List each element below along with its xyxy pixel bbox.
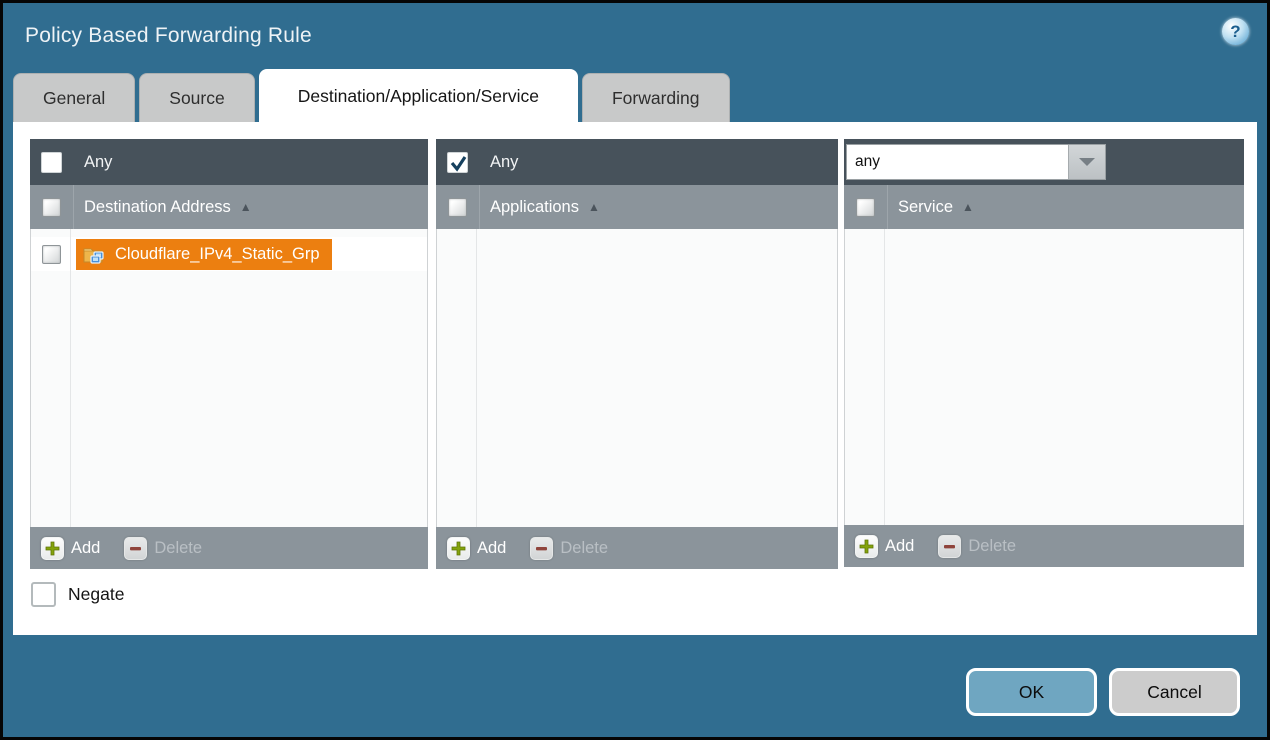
ok-button[interactable]: OK <box>966 668 1097 716</box>
destination-address-item-label: Cloudflare_IPv4_Static_Grp <box>115 245 320 264</box>
tab-destination-application-service[interactable]: Destination/Application/Service <box>259 69 578 122</box>
destination-list: Cloudflare_IPv4_Static_Grp <box>30 229 428 527</box>
tab-source[interactable]: Source <box>139 73 254 122</box>
service-select-all-checkbox[interactable] <box>856 198 875 217</box>
destination-any-label: Any <box>84 153 112 172</box>
cancel-button[interactable]: Cancel <box>1109 668 1240 716</box>
add-icon[interactable] <box>855 535 878 558</box>
add-icon[interactable] <box>41 537 64 560</box>
destination-header-row: Destination Address ▲ <box>30 185 428 229</box>
tab-content: Any Destination Address ▲ <box>13 122 1257 635</box>
sort-ascending-icon[interactable]: ▲ <box>588 200 600 214</box>
help-icon[interactable]: ? <box>1222 18 1249 45</box>
service-column-header[interactable]: Service <box>898 198 953 217</box>
delete-icon[interactable] <box>124 537 147 560</box>
applications-panel: Any Applications ▲ Add Delete <box>436 139 838 569</box>
sort-ascending-icon[interactable]: ▲ <box>962 200 974 214</box>
negate-label: Negate <box>68 584 124 605</box>
service-dropdown-bar: any <box>844 139 1244 185</box>
service-mode-dropdown[interactable]: any <box>846 144 1106 180</box>
dialog-title: Policy Based Forwarding Rule <box>25 24 312 48</box>
service-panel: any Service ▲ Add <box>844 139 1244 567</box>
service-header-row: Service ▲ <box>844 185 1244 229</box>
destination-any-checkbox[interactable] <box>41 152 62 173</box>
header-separator <box>479 185 480 229</box>
add-button[interactable]: Add <box>477 539 506 558</box>
destination-address-item-selected[interactable]: Cloudflare_IPv4_Static_Grp <box>76 239 332 270</box>
tab-general[interactable]: General <box>13 73 135 122</box>
applications-select-all-checkbox[interactable] <box>448 198 467 217</box>
question-mark-glyph: ? <box>1230 23 1240 40</box>
delete-button[interactable]: Delete <box>154 539 202 558</box>
delete-icon[interactable] <box>938 535 961 558</box>
checkbox-column-divider <box>884 229 885 525</box>
applications-header-row: Applications ▲ <box>436 185 838 229</box>
destination-select-all-checkbox[interactable] <box>42 198 61 217</box>
header-separator <box>887 185 888 229</box>
title-bar: Policy Based Forwarding Rule <box>3 3 1267 69</box>
policy-based-forwarding-dialog: Policy Based Forwarding Rule ? General S… <box>0 0 1270 740</box>
destination-column-header[interactable]: Destination Address <box>84 198 231 217</box>
delete-button[interactable]: Delete <box>560 539 608 558</box>
address-group-icon <box>83 245 106 264</box>
destination-toolbar: Add Delete <box>30 527 428 569</box>
destination-any-bar: Any <box>30 139 428 185</box>
row-checkbox[interactable] <box>42 245 61 264</box>
sort-ascending-icon[interactable]: ▲ <box>240 200 252 214</box>
applications-toolbar: Add Delete <box>436 527 838 569</box>
add-icon[interactable] <box>447 537 470 560</box>
tab-forwarding[interactable]: Forwarding <box>582 73 730 122</box>
applications-any-bar: Any <box>436 139 838 185</box>
table-row: Cloudflare_IPv4_Static_Grp <box>31 237 427 271</box>
negate-option: Negate <box>31 582 124 607</box>
delete-icon[interactable] <box>530 537 553 560</box>
applications-list <box>436 229 838 527</box>
tab-bar: General Source Destination/Application/S… <box>13 69 734 122</box>
add-button[interactable]: Add <box>885 537 914 556</box>
applications-any-checkbox[interactable] <box>447 152 468 173</box>
applications-column-header[interactable]: Applications <box>490 198 579 217</box>
checkbox-column-divider <box>476 229 477 527</box>
delete-button[interactable]: Delete <box>968 537 1016 556</box>
service-list <box>844 229 1244 525</box>
checkbox-column-divider <box>70 229 71 527</box>
dropdown-button[interactable] <box>1068 145 1105 179</box>
destination-address-panel: Any Destination Address ▲ <box>30 139 428 569</box>
service-toolbar: Add Delete <box>844 525 1244 567</box>
add-button[interactable]: Add <box>71 539 100 558</box>
header-separator <box>73 185 74 229</box>
service-dropdown-value: any <box>847 145 1068 179</box>
negate-checkbox[interactable] <box>31 582 56 607</box>
applications-any-label: Any <box>490 153 518 172</box>
chevron-down-icon <box>1079 158 1095 166</box>
checkmark-icon <box>449 154 468 173</box>
